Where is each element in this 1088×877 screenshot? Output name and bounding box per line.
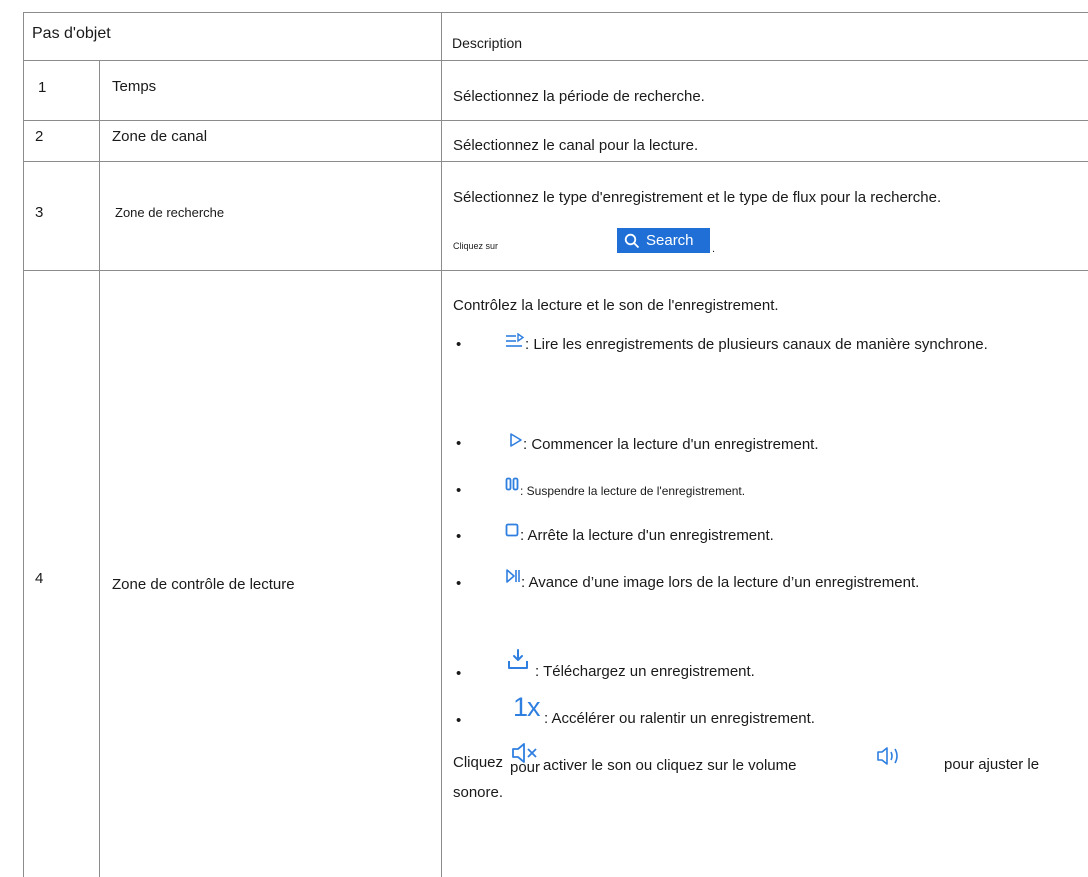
sound-middle: activer le son ou cliquez sur le volume xyxy=(543,757,797,774)
bullet-1-text: : Lire les enregistrements de plusieurs … xyxy=(525,336,988,353)
bullet-5-text: : Avance d’une image lors de la lecture … xyxy=(521,574,920,591)
bullet-4-text: : Arrête la lecture d'un enregistrement. xyxy=(520,527,774,544)
row-divider-3 xyxy=(23,270,1088,271)
frame-step-icon xyxy=(506,569,520,583)
search-button-label: Search xyxy=(646,232,694,249)
row-2-description: Sélectionnez le canal pour la lecture. xyxy=(453,137,699,154)
speed-icon: 1x xyxy=(513,692,541,722)
bullet-6: • xyxy=(456,665,462,682)
row-4-intro: Contrôlez la lecture et le son de l'enre… xyxy=(453,297,779,314)
play-icon xyxy=(510,433,522,447)
row-4-number: 4 xyxy=(35,570,44,587)
bullet-7-text: : Accélérer ou ralentir un enregistremen… xyxy=(544,710,815,727)
row-1-number: 1 xyxy=(38,79,47,96)
volume-icon xyxy=(877,747,898,765)
bullet-2-text: : Commencer la lecture d'un enregistreme… xyxy=(523,436,819,453)
row-divider-header xyxy=(23,60,1088,61)
row-divider-2 xyxy=(23,161,1088,162)
row-2-number: 2 xyxy=(35,128,44,145)
download-icon xyxy=(508,649,528,669)
row-3-name: Zone de recherche xyxy=(115,205,225,220)
bullet-6-text: : Téléchargez un enregistrement. xyxy=(535,663,755,680)
table-border-left xyxy=(23,12,24,877)
bullet-5: • xyxy=(456,575,462,592)
row-3-click-suffix: . xyxy=(712,243,716,255)
column-divider-2 xyxy=(441,12,442,877)
pause-icon xyxy=(505,477,519,491)
column-divider-1 xyxy=(99,60,100,877)
row-3-description: Sélectionnez le type d'enregistrement et… xyxy=(453,189,942,206)
search-icon xyxy=(624,233,640,248)
search-button[interactable]: Search xyxy=(617,228,710,253)
bullet-3: • xyxy=(456,482,462,499)
bullet-4: • xyxy=(456,528,462,545)
bullet-1: • xyxy=(456,336,462,353)
table-border-top xyxy=(23,12,1088,13)
row-divider-1 xyxy=(23,120,1088,121)
row-1-description: Sélectionnez la période de recherche. xyxy=(453,88,705,105)
stop-icon xyxy=(505,523,519,537)
bullet-2: • xyxy=(456,435,462,452)
row-3-number: 3 xyxy=(35,204,44,221)
row-4-name: Zone de contrôle de lecture xyxy=(112,576,295,593)
sound-cliquez: Cliquez xyxy=(453,754,504,771)
header-item-no: Pas d'objet xyxy=(32,25,111,42)
row-1-name: Temps xyxy=(112,78,157,95)
row-2-name: Zone de canal xyxy=(112,128,208,145)
bullet-3-text: : Suspendre la lecture de l'enregistreme… xyxy=(520,484,746,498)
bullet-7: • xyxy=(456,712,462,729)
sound-last: sonore. xyxy=(453,784,504,801)
row-3-click-label: Cliquez sur xyxy=(453,241,499,251)
header-description: Description xyxy=(452,35,523,51)
sync-play-icon xyxy=(506,333,525,347)
mute-icon xyxy=(512,743,537,763)
sound-end: pour ajuster le xyxy=(944,756,1040,773)
